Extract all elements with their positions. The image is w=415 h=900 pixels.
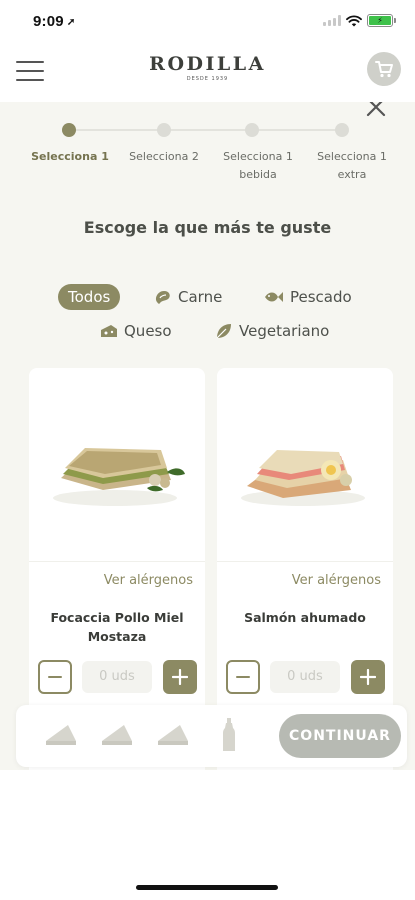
filter-label: Vegetariano	[239, 322, 330, 340]
sandwich-slot-1-icon	[46, 725, 76, 745]
filter-label: Carne	[178, 288, 223, 306]
decrease-quantity-button[interactable]	[226, 660, 260, 694]
product-image-salmon	[241, 450, 365, 506]
step-dot-2	[157, 123, 171, 137]
step-dot-4	[335, 123, 349, 137]
filter-carne[interactable]: Carne	[154, 284, 222, 310]
filter-label: Queso	[124, 322, 172, 340]
step-connector	[170, 129, 246, 131]
plus-icon	[172, 669, 188, 685]
brand-logo: RODILLA DESDE 1939	[0, 53, 415, 82]
battery-charging-icon: ⚡	[369, 16, 391, 25]
step-label-3: Selecciona 1 bebida	[223, 150, 293, 181]
card-divider	[29, 561, 205, 562]
leaf-icon	[216, 324, 231, 339]
page-title: Escoge la que más te guste	[83, 218, 332, 237]
sandwich-slot-3-icon	[158, 725, 188, 745]
step-label-1: Selecciona 1	[31, 150, 109, 163]
decrease-quantity-button[interactable]	[38, 660, 72, 694]
quantity-input[interactable]: 0 uds	[82, 661, 152, 693]
location-icon: ➚	[66, 17, 76, 28]
cheese-icon	[101, 325, 117, 337]
quantity-input[interactable]: 0 uds	[270, 661, 340, 693]
brand-name: RODILLA	[149, 53, 266, 75]
product-image-focaccia	[53, 448, 185, 506]
quantity-stepper: 0 uds	[226, 660, 385, 694]
selection-summary-bar: CONTINUAR	[16, 705, 407, 767]
progress-stepper: Selecciona 1 Selecciona 2 Selecciona 1 b…	[20, 123, 406, 183]
cellular-signal-icon	[323, 15, 341, 26]
bottle-slot-icon	[223, 718, 235, 751]
sandwich-slot-2-icon	[102, 725, 132, 745]
filter-label: Pescado	[290, 288, 352, 306]
cart-button[interactable]	[367, 52, 401, 86]
filter-pescado[interactable]: Pescado	[264, 284, 352, 310]
filter-vegetariano[interactable]: Vegetariano	[215, 318, 329, 344]
product-name: Focaccia Pollo Miel Mostaza	[50, 610, 184, 644]
meat-icon	[155, 291, 170, 304]
home-indicator[interactable]	[136, 885, 278, 890]
status-bar: 9:09 ➚ ⚡	[0, 0, 415, 44]
filter-todos[interactable]: Todos	[58, 284, 121, 310]
step-connector	[258, 129, 342, 131]
status-indicators: ⚡	[323, 14, 396, 27]
filter-label: Todos	[68, 288, 111, 306]
step-dot-1	[62, 123, 76, 137]
cart-icon	[375, 61, 393, 78]
continue-button[interactable]: CONTINUAR	[279, 714, 401, 758]
step-dot-3	[245, 123, 259, 137]
card-divider	[217, 561, 393, 562]
view-allergens-link[interactable]: Ver alérgenos	[104, 573, 193, 588]
step-label-2: Selecciona 2	[129, 150, 199, 163]
fish-icon	[265, 292, 283, 302]
plus-icon	[360, 669, 376, 685]
app-header: RODILLA DESDE 1939	[0, 44, 415, 102]
increase-quantity-button[interactable]	[163, 660, 197, 694]
battery-icon: ⚡	[367, 14, 396, 27]
increase-quantity-button[interactable]	[351, 660, 385, 694]
step-label-4: Selecciona 1 extra	[317, 150, 387, 181]
view-allergens-link[interactable]: Ver alérgenos	[292, 573, 381, 588]
minus-icon	[48, 676, 62, 678]
close-icon[interactable]	[365, 102, 387, 118]
quantity-stepper: 0 uds	[38, 660, 197, 694]
wifi-icon	[346, 14, 362, 26]
product-name: Salmón ahumado	[244, 610, 366, 625]
status-time: 9:09 ➚	[33, 13, 75, 30]
main-content: Selecciona 1 Selecciona 2 Selecciona 1 b…	[0, 102, 415, 770]
filter-queso[interactable]: Queso	[100, 318, 172, 344]
brand-tagline: DESDE 1939	[186, 76, 229, 82]
status-time-text: 9:09	[33, 13, 64, 30]
step-connector	[75, 129, 158, 131]
minus-icon	[236, 676, 250, 678]
